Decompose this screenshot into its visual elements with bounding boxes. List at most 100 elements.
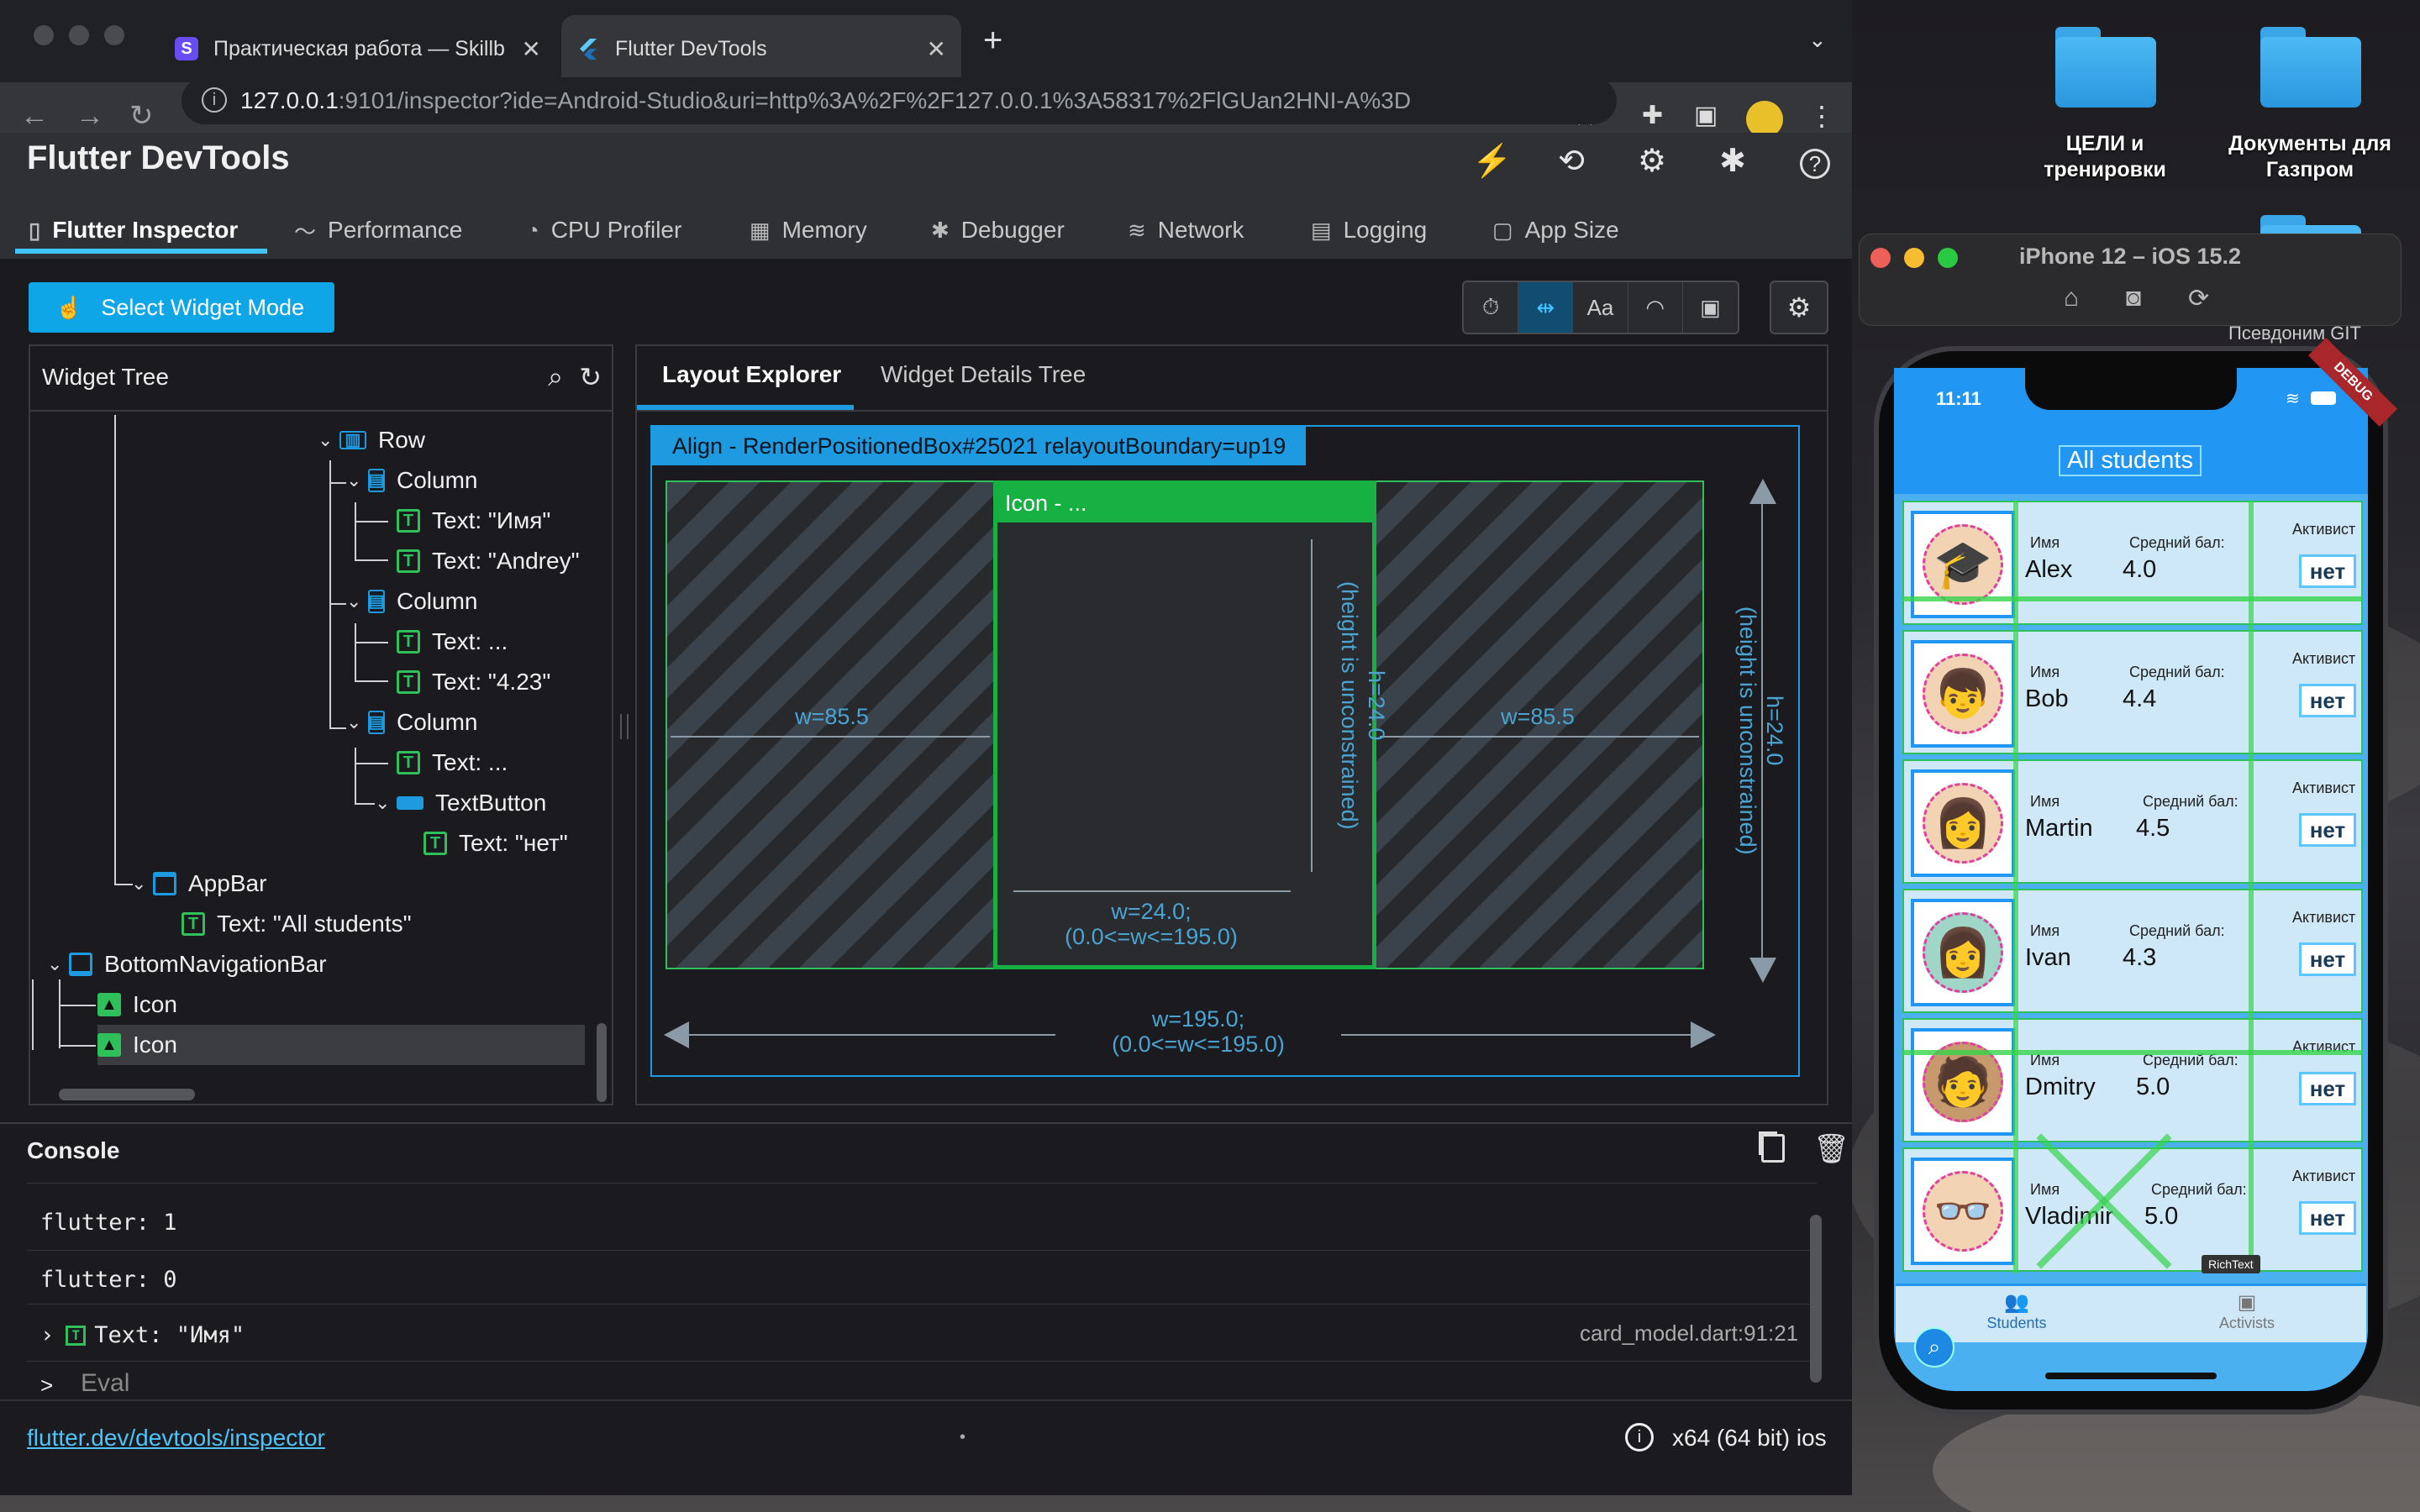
tree-node-column[interactable]: ⌄ ▤ Column [346, 460, 477, 501]
tab-layout-explorer[interactable]: Layout Explorer [662, 361, 841, 388]
debug-paint-icon[interactable]: ⇹ [1518, 282, 1574, 333]
console-source-link[interactable]: card_model.dart:91:21 [1580, 1320, 1798, 1347]
chevron-down-icon[interactable]: ⌄ [318, 429, 339, 451]
student-card[interactable]: 👩 Имя Ivan Средний бал: 4.3 Активист нет [1902, 889, 2363, 1013]
activist-button[interactable]: нет [2299, 554, 2356, 588]
search-icon[interactable]: ⌕ [548, 361, 563, 393]
console-widget-line[interactable]: › T Text: "Имя" [40, 1322, 245, 1348]
sidebar-icon[interactable]: ▣ [1694, 97, 1718, 134]
tree-node-text[interactable]: T Text: "All students" [182, 904, 412, 944]
address-bar[interactable]: i 127.0.0.1:9101/inspector?ide=Android-S… [182, 77, 1617, 124]
tab-search-chevron-icon[interactable]: ⌄ [1808, 27, 1827, 53]
tree-node-text[interactable]: T Text: "Andrey" [397, 541, 580, 581]
chevron-down-icon[interactable]: ⌄ [47, 953, 69, 975]
screenshot-icon[interactable]: ◙ [2126, 284, 2141, 312]
extensions-icon[interactable]: ✚ [1642, 97, 1663, 134]
folder-label[interactable]: ЦЕЛИ и тренировки [2017, 131, 2193, 183]
baselines-icon[interactable]: Aa [1573, 282, 1628, 333]
refresh-icon[interactable]: ↻ [579, 361, 602, 393]
folder-label[interactable]: Документы для Газпром [2215, 131, 2405, 183]
activist-button[interactable]: нет [2299, 684, 2356, 717]
window-minimize-button[interactable] [69, 25, 89, 45]
tree-node-row[interactable]: ⌄ ▥ Row [318, 420, 425, 460]
tree-node-text[interactable]: T Text: ... [397, 622, 508, 662]
student-card[interactable]: 👦 Имя Bob Средний бал: 4.4 Активист нет [1902, 630, 2363, 754]
activist-button[interactable]: нет [2299, 1072, 2356, 1105]
home-icon[interactable]: ⌂ [2064, 284, 2079, 312]
activist-button[interactable]: нет [2299, 1201, 2356, 1235]
copy-icon[interactable] [1761, 1134, 1785, 1163]
settings-gear-icon[interactable]: ⚙ [1634, 143, 1670, 180]
chevron-down-icon[interactable]: ⌄ [375, 792, 397, 814]
rotate-icon[interactable]: ⟳ [2188, 284, 2209, 313]
tree-node-column[interactable]: ⌄ ▤ Column [346, 702, 477, 743]
hot-restart-icon[interactable]: ⟲ [1553, 143, 1590, 180]
inspector-settings-icon[interactable]: ⚙ [1770, 281, 1828, 334]
forward-icon[interactable]: → [76, 97, 104, 134]
window-zoom-button[interactable] [104, 25, 124, 45]
tab-widget-details-tree[interactable]: Widget Details Tree [881, 361, 1086, 388]
close-tab-icon[interactable]: ✕ [522, 35, 541, 63]
tree-node-text[interactable]: T Text: ... [397, 743, 508, 783]
horizontal-scrollbar[interactable] [59, 1089, 195, 1100]
browser-tab-active[interactable]: Flutter DevTools ✕ [561, 15, 961, 82]
eval-input[interactable]: Eval [81, 1369, 129, 1398]
tab-flutter-inspector[interactable]: ▯ Flutter Inspector [29, 207, 238, 254]
activist-button[interactable]: нет [2299, 813, 2356, 847]
menu-kebab-icon[interactable]: ⋮ [1808, 97, 1835, 134]
chevron-right-icon[interactable]: › [40, 1322, 54, 1348]
invert-images-icon[interactable]: ▣ [1683, 282, 1738, 333]
tree-node-icon-selected[interactable]: ▲ Icon [97, 1025, 585, 1065]
hot-reload-icon[interactable]: ⚡ [1472, 143, 1512, 180]
nav-item-students[interactable]: 👥 Students [1966, 1290, 2067, 1332]
student-card[interactable]: 🎓 Имя Alex Средний бал: 4.0 Активист нет [1902, 501, 2363, 625]
tab-cpu-profiler[interactable]: ◔ CPU Profiler [526, 207, 681, 254]
window-close-button[interactable] [34, 25, 54, 45]
tree-node-text[interactable]: T Text: "Имя" [397, 501, 550, 541]
activist-button[interactable]: нет [2299, 942, 2356, 976]
folder-icon[interactable] [2055, 27, 2156, 108]
chevron-down-icon[interactable]: ⌄ [346, 711, 368, 733]
tab-debugger[interactable]: ✱ Debugger [931, 207, 1065, 254]
tree-node-column[interactable]: ⌄ ▤ Column [346, 581, 477, 622]
docs-link[interactable]: flutter.dev/devtools/inspector [27, 1425, 325, 1452]
tab-performance[interactable]: 〜 Performance [294, 207, 462, 254]
tree-node-appbar[interactable]: ⌄ AppBar [131, 864, 266, 904]
vertical-scrollbar[interactable] [597, 1023, 607, 1102]
text-icon: T [397, 630, 420, 654]
tree-node-text[interactable]: T Text: "нет" [424, 823, 568, 864]
slow-animations-icon[interactable]: ⏱ [1464, 282, 1519, 333]
select-widget-mode-button[interactable]: ☝ Select Widget Mode [29, 282, 334, 333]
back-icon[interactable]: ← [20, 97, 49, 134]
icon-render-box[interactable] [993, 480, 1376, 969]
tab-memory[interactable]: ▦ Memory [750, 207, 867, 254]
close-tab-icon[interactable]: ✕ [927, 35, 946, 63]
info-icon[interactable]: i [1625, 1423, 1654, 1452]
split-handle[interactable] [620, 714, 629, 739]
folder-icon[interactable] [2260, 27, 2361, 108]
tree-node-icon[interactable]: ▲ Icon [97, 984, 177, 1025]
inspector-search-icon[interactable]: ⌕ [1914, 1327, 1954, 1368]
tab-network[interactable]: ≋ Network [1128, 207, 1244, 254]
trash-icon[interactable]: 🗑 [1813, 1132, 1849, 1166]
new-tab-button[interactable]: + [983, 22, 1002, 60]
tree-node-textbutton[interactable]: ⌄ TextButton [375, 783, 546, 823]
site-info-icon[interactable]: i [202, 87, 227, 113]
reload-icon[interactable]: ↻ [129, 97, 154, 134]
console-scrollbar[interactable] [1810, 1215, 1822, 1383]
tab-logging[interactable]: ▤ Logging [1311, 207, 1427, 254]
chevron-down-icon[interactable]: ⌄ [131, 873, 153, 895]
tab-app-size[interactable]: ▢ App Size [1492, 207, 1619, 254]
student-card[interactable]: 🧑 Имя Dmitry Средний бал: 5.0 Активист н… [1902, 1018, 2363, 1142]
tree-node-bottomnavigationbar[interactable]: ⌄ BottomNavigationBar [47, 944, 327, 984]
help-icon[interactable]: ? [1797, 143, 1833, 180]
student-card[interactable]: 👩 Имя Martin Средний бал: 4.5 Активист н… [1902, 759, 2363, 884]
tree-node-text[interactable]: T Text: "4.23" [397, 662, 550, 702]
repaint-rainbow-icon[interactable]: ◠ [1628, 282, 1683, 333]
bug-icon[interactable]: ✱ [1714, 143, 1751, 180]
chevron-down-icon[interactable]: ⌄ [346, 470, 368, 491]
student-card[interactable]: 👓 Имя Vladimir Средний бал: 5.0 Активист… [1902, 1147, 2363, 1272]
nav-item-activists[interactable]: ▣ Activists [2196, 1290, 2297, 1332]
browser-tab[interactable]: S Практическая работа — Skillb ✕ [160, 15, 556, 82]
chevron-down-icon[interactable]: ⌄ [346, 591, 368, 612]
